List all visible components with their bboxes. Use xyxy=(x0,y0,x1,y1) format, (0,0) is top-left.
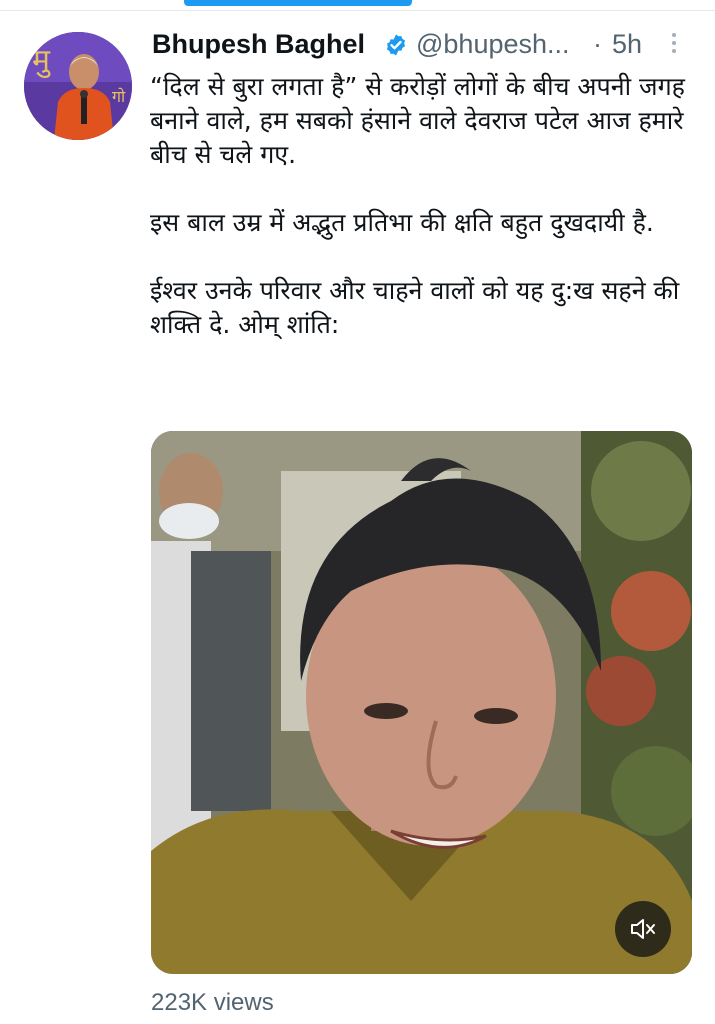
tweet-paragraph: इस बाल उम्र में अद्भुत प्रतिभा की क्षति … xyxy=(150,208,654,237)
speaker-muted-icon xyxy=(631,919,655,939)
tweet-text: “दिल से बुरा लगता है” से करोड़ों लोगों क… xyxy=(150,70,695,376)
verified-badge-icon xyxy=(387,34,405,56)
more-options-icon[interactable] xyxy=(668,29,680,59)
active-tab-indicator xyxy=(184,0,412,6)
tweet-timestamp[interactable]: 5h xyxy=(612,29,642,60)
tweet-header: Bhupesh Baghel @bhupesh... · 5h xyxy=(152,27,692,63)
top-divider xyxy=(0,10,715,11)
avatar[interactable]: मु गो xyxy=(24,32,132,140)
video-frame xyxy=(151,431,692,974)
tweet-paragraph: ईश्वर उनके परिवार और चाहने वालों को यह द… xyxy=(150,276,680,339)
author-name[interactable]: Bhupesh Baghel xyxy=(152,29,365,60)
svg-text:गो: गो xyxy=(112,87,126,106)
separator-dot: · xyxy=(593,29,602,59)
avatar-photo: मु गो xyxy=(24,32,132,140)
mute-button[interactable] xyxy=(615,901,671,957)
tweet-paragraph: “दिल से बुरा लगता है” से करोड़ों लोगों क… xyxy=(150,72,685,169)
view-count: 223K views xyxy=(151,989,274,1016)
svg-text:मु: मु xyxy=(32,43,51,79)
video-player[interactable] xyxy=(151,431,692,974)
author-handle[interactable]: @bhupesh... xyxy=(416,29,570,60)
